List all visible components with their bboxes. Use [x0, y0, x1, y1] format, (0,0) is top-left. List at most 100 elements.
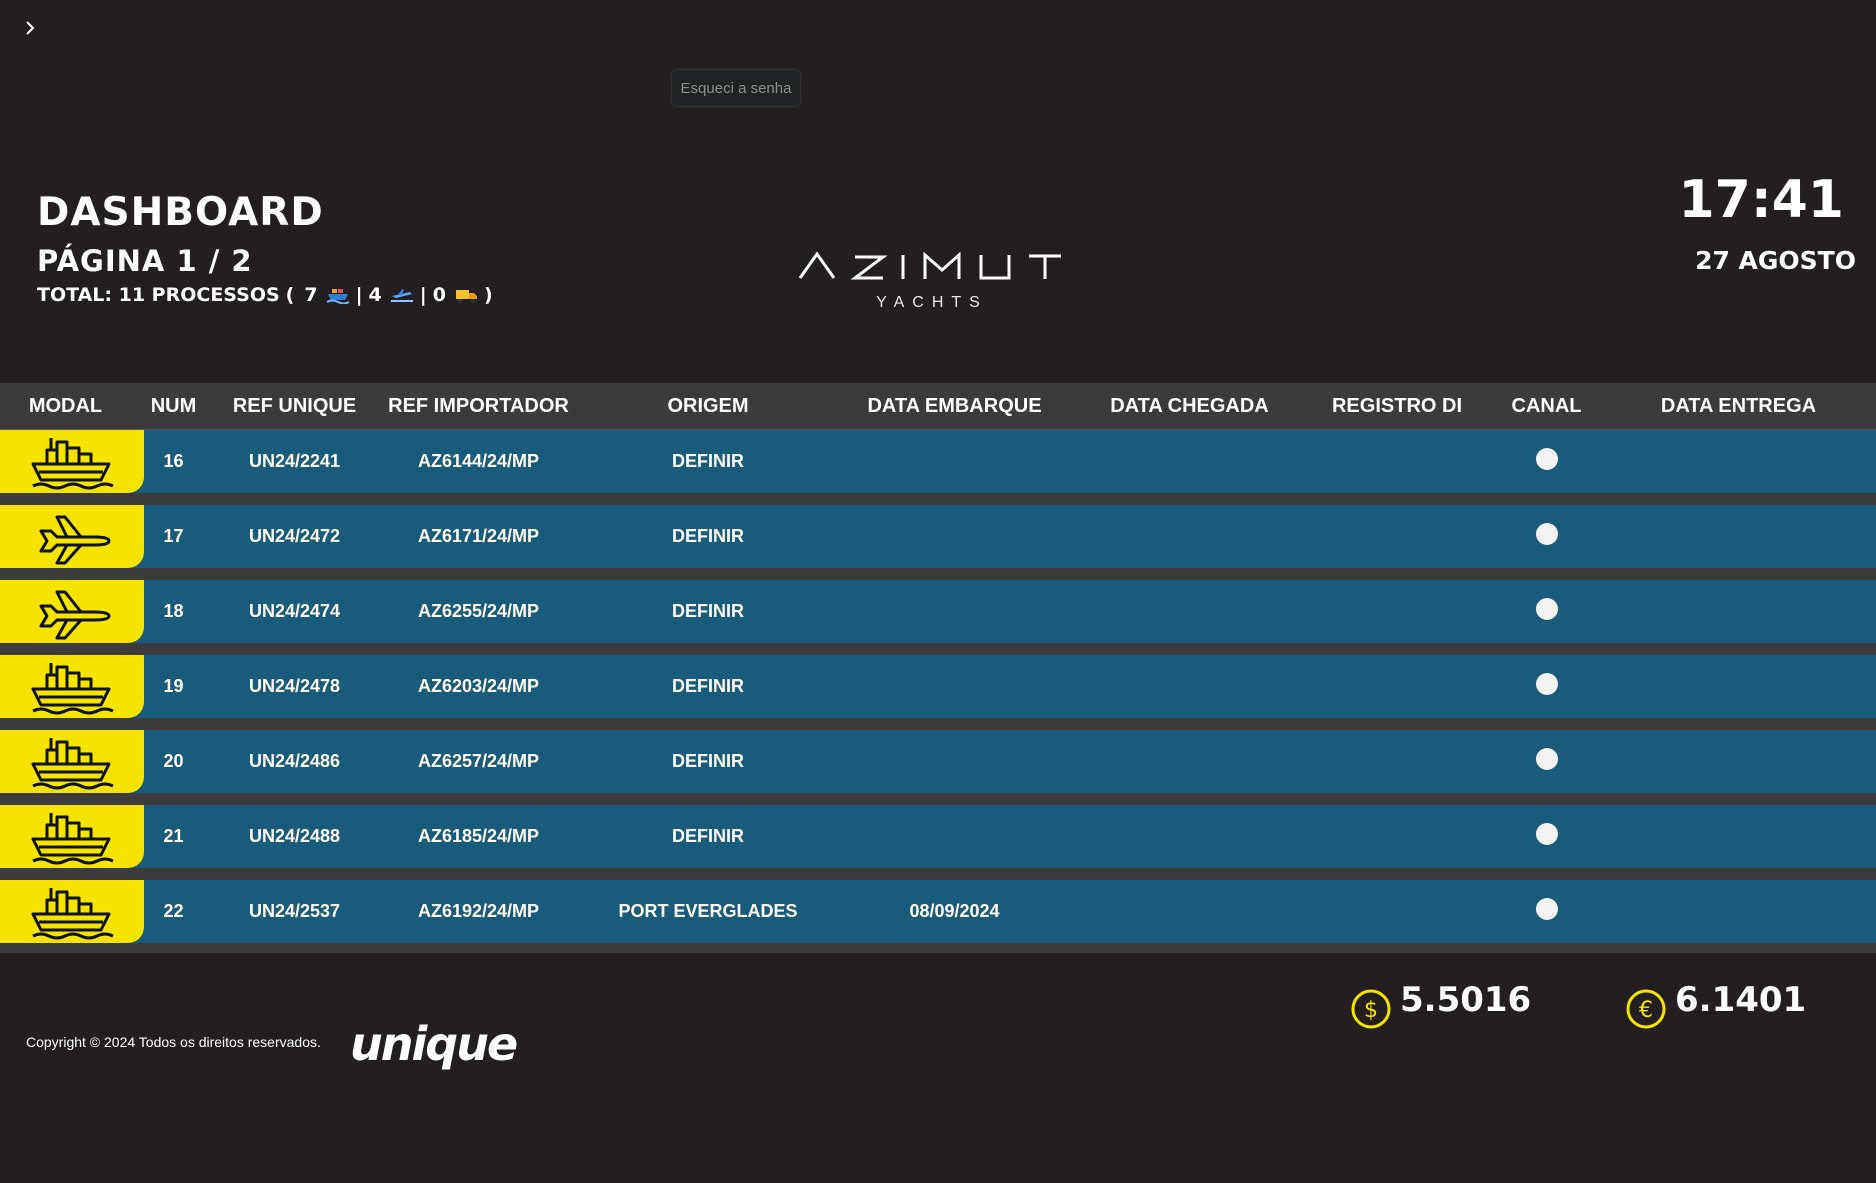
ship-icon	[31, 887, 114, 939]
clock-date: 27 AGOSTO	[1695, 246, 1856, 275]
cell-canal	[1492, 580, 1601, 643]
row-spacer	[0, 493, 1876, 505]
azimut-logo: YACHTS	[797, 248, 1067, 318]
cell-data-entrega	[1601, 730, 1876, 793]
cell-data-chegada	[1077, 805, 1302, 868]
plane-icon	[39, 590, 111, 639]
table-header-row: MODAL NUM REF UNIQUE REF IMPORTADOR ORIG…	[0, 383, 1876, 430]
unique-logo: unique	[350, 1017, 518, 1071]
column-header-modal: MODAL	[0, 383, 131, 430]
column-header-ref-importador: REF IMPORTADOR	[373, 383, 584, 430]
cell-ref-unique: UN24/2488	[216, 805, 373, 868]
cell-canal	[1492, 730, 1601, 793]
table-row: 16 UN24/2241 AZ6144/24/MP DEFINIR	[0, 430, 1876, 493]
modal-cell	[0, 730, 144, 793]
canal-status-dot	[1535, 673, 1558, 695]
row-spacer	[0, 868, 1876, 880]
cell-registro-di	[1302, 505, 1492, 568]
cell-origem: DEFINIR	[584, 730, 832, 793]
page-indicator: PÁGINA 1 / 2	[37, 244, 253, 278]
cell-ref-unique: UN24/2478	[216, 655, 373, 718]
column-header-data-chegada: DATA CHEGADA	[1077, 383, 1302, 430]
summary-sea-count: 7	[304, 284, 318, 306]
eur-rate: € 6.1401	[1625, 980, 1806, 1030]
cell-ref-importador: AZ6257/24/MP	[373, 730, 584, 793]
cell-registro-di	[1302, 430, 1492, 493]
cell-data-entrega	[1601, 580, 1876, 643]
cell-origem: DEFINIR	[584, 805, 832, 868]
canal-status-dot	[1535, 598, 1558, 620]
cell-data-embarque	[832, 655, 1077, 718]
cell-data-chegada	[1077, 430, 1302, 493]
modal-cell	[0, 430, 144, 493]
cell-data-chegada	[1077, 655, 1302, 718]
cell-canal	[1492, 430, 1601, 493]
expand-sidebar-button[interactable]	[18, 16, 42, 40]
chevron-right-icon	[26, 21, 35, 35]
modal-badge	[0, 655, 144, 718]
cell-data-embarque: 08/09/2024	[832, 880, 1077, 943]
cell-ref-unique: UN24/2472	[216, 505, 373, 568]
table-row: 20 UN24/2486 AZ6257/24/MP DEFINIR	[0, 730, 1876, 793]
summary-air-count: 4	[368, 284, 382, 306]
cell-ref-importador: AZ6255/24/MP	[373, 580, 584, 643]
cell-registro-di	[1302, 730, 1492, 793]
table-row: 21 UN24/2488 AZ6185/24/MP DEFINIR	[0, 805, 1876, 868]
modal-badge	[0, 880, 144, 943]
row-spacer	[0, 718, 1876, 730]
plane-icon	[39, 515, 111, 564]
summary-separator: |	[419, 284, 427, 306]
row-spacer	[0, 793, 1876, 805]
copyright-text: Copyright © 2024 Todos os direitos reser…	[26, 1034, 321, 1050]
cell-data-embarque	[832, 805, 1077, 868]
cell-ref-importador: AZ6185/24/MP	[373, 805, 584, 868]
plane-icon	[390, 286, 414, 304]
cell-ref-unique: UN24/2486	[216, 730, 373, 793]
table-row: 18 UN24/2474 AZ6255/24/MP DEFINIR	[0, 580, 1876, 643]
process-table: MODAL NUM REF UNIQUE REF IMPORTADOR ORIG…	[0, 383, 1876, 953]
cell-origem: DEFINIR	[584, 655, 832, 718]
table-row: 17 UN24/2472 AZ6171/24/MP DEFINIR	[0, 505, 1876, 568]
azimut-subtitle: YACHTS	[876, 294, 988, 311]
process-summary: TOTAL: 11 PROCESSOS ( 7 | 4 | 0 )	[37, 284, 493, 306]
euro-symbol: €	[1639, 998, 1653, 1023]
ship-icon	[31, 437, 114, 489]
cell-data-entrega	[1601, 880, 1876, 943]
dollar-symbol: $	[1364, 998, 1378, 1023]
cell-registro-di	[1302, 655, 1492, 718]
euro-coin-icon: €	[1626, 989, 1666, 1029]
ship-icon	[31, 812, 114, 864]
usd-rate-value: 5.5016	[1400, 980, 1532, 1020]
column-header-canal: CANAL	[1492, 383, 1601, 430]
column-header-num: NUM	[131, 383, 216, 430]
cell-data-entrega	[1601, 655, 1876, 718]
canal-status-dot	[1535, 448, 1558, 470]
eur-rate-value: 6.1401	[1675, 980, 1807, 1020]
cell-canal	[1492, 655, 1601, 718]
cell-ref-importador: AZ6171/24/MP	[373, 505, 584, 568]
clock-time: 17:41	[1678, 170, 1844, 230]
ship-icon	[31, 737, 114, 789]
cell-data-embarque	[832, 730, 1077, 793]
cell-data-embarque	[832, 505, 1077, 568]
summary-total: TOTAL: 11 PROCESSOS	[37, 284, 280, 306]
forgot-password-button[interactable]: Esqueci a senha	[671, 69, 801, 107]
cell-origem: PORT EVERGLADES	[584, 880, 832, 943]
cell-data-entrega	[1601, 430, 1876, 493]
table-row: 19 UN24/2478 AZ6203/24/MP DEFINIR	[0, 655, 1876, 718]
canal-status-dot	[1535, 748, 1558, 770]
ship-icon	[31, 662, 114, 714]
cell-data-chegada	[1077, 580, 1302, 643]
cell-canal	[1492, 505, 1601, 568]
column-header-ref-unique: REF UNIQUE	[216, 383, 373, 430]
cell-data-chegada	[1077, 505, 1302, 568]
cell-ref-unique: UN24/2474	[216, 580, 373, 643]
ship-icon	[326, 286, 350, 305]
cell-registro-di	[1302, 580, 1492, 643]
column-header-data-embarque: DATA EMBARQUE	[832, 383, 1077, 430]
cell-ref-unique: UN24/2241	[216, 430, 373, 493]
cell-data-entrega	[1601, 505, 1876, 568]
modal-cell	[0, 805, 144, 868]
cell-origem: DEFINIR	[584, 505, 832, 568]
truck-icon	[454, 286, 478, 304]
